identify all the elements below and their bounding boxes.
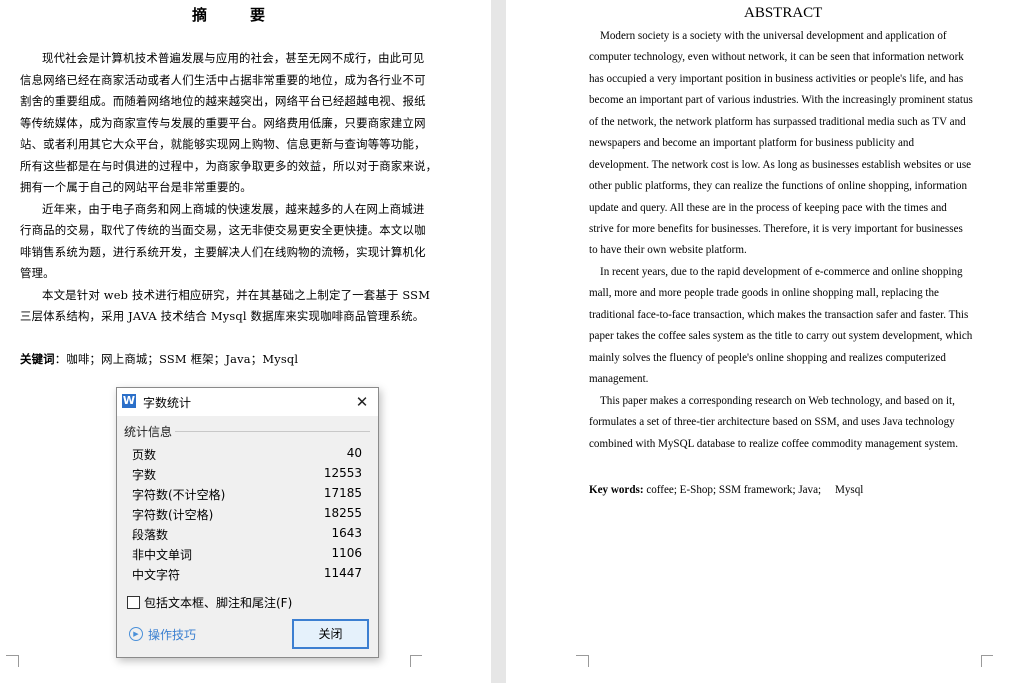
stat-value: 17185 bbox=[323, 486, 362, 500]
body-line: to have their own website platform. bbox=[589, 244, 747, 256]
stat-row-chars-no-spaces: 字符数(不计空格) 17185 bbox=[132, 486, 362, 504]
body-line: 割舍的重要组成。而随着网络地位的越来越突出，网络平台已经超越电视、报纸 bbox=[20, 94, 426, 108]
body-line: Modern society is a society with the uni… bbox=[600, 30, 947, 42]
stat-label: 字符数(计空格) bbox=[132, 508, 214, 522]
stat-row-chinese-chars: 中文字符 11447 bbox=[132, 566, 362, 584]
body-line: 三层体系结构，采用 JAVA 技术结合 Mysql 数据库来实现咖啡商品管理系统… bbox=[20, 309, 425, 323]
keywords-text: coffee; E-Shop; SSM framework; Java; Mys… bbox=[643, 484, 864, 496]
stat-label: 中文字符 bbox=[132, 568, 181, 582]
word-count-dialog: W 字数统计 ✕ 统计信息 页数 40 字数 12553 字符数(不计空格) 1… bbox=[116, 387, 379, 658]
body-line: update and query. All these are in the p… bbox=[589, 202, 947, 214]
body-line: 信息网络已经在商家活动或者人们生活中占据非常重要的地位，成为各行业不可 bbox=[20, 73, 426, 87]
stat-value: 18255 bbox=[323, 506, 362, 520]
group-divider bbox=[175, 431, 370, 432]
body-line: combined with MySQL database to realize … bbox=[589, 438, 959, 450]
body-line: strive for more benefits for businesses.… bbox=[589, 223, 963, 235]
stat-label: 非中文单词 bbox=[132, 548, 193, 562]
body-line: 本文是针对 web 技术进行相应研究，并在其基础之上制定了一套基于 SSM bbox=[42, 288, 431, 302]
stat-row-words: 字数 12553 bbox=[132, 466, 362, 484]
body-line: 近年来，由于电子商务和网上商城的快速发展，越来越多的人在网上商城进 bbox=[42, 202, 425, 216]
body-line: paper takes the coffee sales system as t… bbox=[589, 330, 973, 342]
body-line: 站、或者利用其它大众平台，就能够实现网上购物、信息更新与查询等等功能， bbox=[20, 137, 426, 151]
stat-label: 字符数(不计空格) bbox=[132, 488, 226, 502]
body-line: This paper makes a corresponding researc… bbox=[600, 395, 955, 407]
body-line: 行商品的交易，取代了传统的当面交易，这无非使交易更安全更快捷。本文以咖 bbox=[20, 223, 426, 237]
stat-row-chars-with-spaces: 字符数(计空格) 18255 bbox=[132, 506, 362, 524]
crop-mark bbox=[410, 655, 422, 656]
body-line: management. bbox=[589, 373, 649, 385]
body-line: formulates a set of three-tier architect… bbox=[589, 416, 955, 428]
page-gutter bbox=[491, 0, 506, 683]
stat-value: 12553 bbox=[323, 466, 362, 480]
stat-value: 1643 bbox=[331, 526, 362, 540]
include-textbox-footnotes-checkbox[interactable] bbox=[127, 596, 140, 609]
stat-value: 1106 bbox=[331, 546, 362, 560]
statistics-group-label: 统计信息 bbox=[124, 425, 173, 439]
close-icon[interactable]: ✕ bbox=[351, 392, 373, 412]
stat-value: 40 bbox=[346, 446, 362, 460]
document-page-right: ABSTRACT Modern society is a society wit… bbox=[506, 0, 1014, 683]
keywords-text: ：咖啡；网上商城；SSM 框架；Java；Mysql bbox=[54, 352, 299, 366]
body-line: computer technology, even without networ… bbox=[589, 51, 964, 63]
tips-link[interactable]: 操作技巧 bbox=[148, 626, 196, 643]
crop-mark bbox=[6, 655, 19, 667]
crop-mark bbox=[576, 655, 589, 667]
keywords-en: Key words: coffee; E-Shop; SSM framework… bbox=[589, 481, 863, 497]
stat-row-non-chinese-words: 非中文单词 1106 bbox=[132, 546, 362, 564]
wps-app-icon: W bbox=[122, 394, 136, 408]
keywords-label: 关键词 bbox=[20, 352, 55, 366]
body-line: traditional face-to-face transaction, wh… bbox=[589, 309, 969, 321]
body-line: of the network, the network platform has… bbox=[589, 116, 966, 128]
body-line: 等传统媒体，成为商家宣传与发展的重要平台。网络费用低廉，只要商家建立网 bbox=[20, 116, 426, 130]
body-line: become an important part of various indu… bbox=[589, 94, 973, 106]
body-line: 啡销售系统为题，进行系统开发，主要解决人们在线购物的流畅，实现计算机化 bbox=[20, 245, 426, 259]
crop-mark bbox=[981, 655, 994, 667]
stat-value: 11447 bbox=[323, 566, 362, 580]
crop-mark bbox=[410, 655, 423, 667]
checkbox-label[interactable]: 包括文本框、脚注和尾注(F) bbox=[144, 594, 292, 611]
body-line: 所有这些都是在与时俱进的过程中，为商家争取更多的效益，所以对于商家来说， bbox=[20, 159, 438, 173]
close-button[interactable]: 关闭 bbox=[292, 619, 369, 649]
body-line: 现代社会是计算机技术普遍发展与应用的社会，甚至无网不成行，由此可见 bbox=[42, 51, 425, 65]
stat-row-paragraphs: 段落数 1643 bbox=[132, 526, 362, 544]
stat-label: 字数 bbox=[132, 468, 157, 482]
body-line: 拥有一个属于自己的网站平台是非常重要的。 bbox=[20, 180, 252, 194]
dialog-titlebar[interactable]: W 字数统计 ✕ bbox=[117, 388, 378, 416]
keywords-zh: 关键词：咖啡；网上商城；SSM 框架；Java；Mysql bbox=[20, 351, 298, 367]
abstract-title-zh: 摘 要 bbox=[192, 6, 280, 24]
keywords-label: Key words: bbox=[589, 484, 644, 496]
body-line: 管理。 bbox=[20, 266, 55, 280]
body-line: mainly solves the fluency of people's on… bbox=[589, 352, 946, 364]
crop-mark bbox=[576, 655, 588, 656]
stat-label: 页数 bbox=[132, 448, 157, 462]
body-line: newspapers and become an important platf… bbox=[589, 137, 915, 149]
crop-mark bbox=[6, 655, 18, 656]
stat-label: 段落数 bbox=[132, 528, 169, 542]
stat-row-pages: 页数 40 bbox=[132, 446, 362, 464]
crop-mark bbox=[981, 655, 993, 656]
body-line: has occupied a very important position i… bbox=[589, 73, 964, 85]
body-line: In recent years, due to the rapid develo… bbox=[600, 266, 963, 278]
play-circle-icon[interactable]: ▶ bbox=[129, 627, 143, 641]
dialog-title: 字数统计 bbox=[143, 396, 192, 410]
abstract-title-en: ABSTRACT bbox=[744, 5, 823, 21]
body-line: development. The network cost is low. As… bbox=[589, 159, 972, 171]
body-line: mall, more and more people trade goods i… bbox=[589, 287, 939, 299]
body-line: other public platforms, they can realize… bbox=[589, 180, 968, 192]
